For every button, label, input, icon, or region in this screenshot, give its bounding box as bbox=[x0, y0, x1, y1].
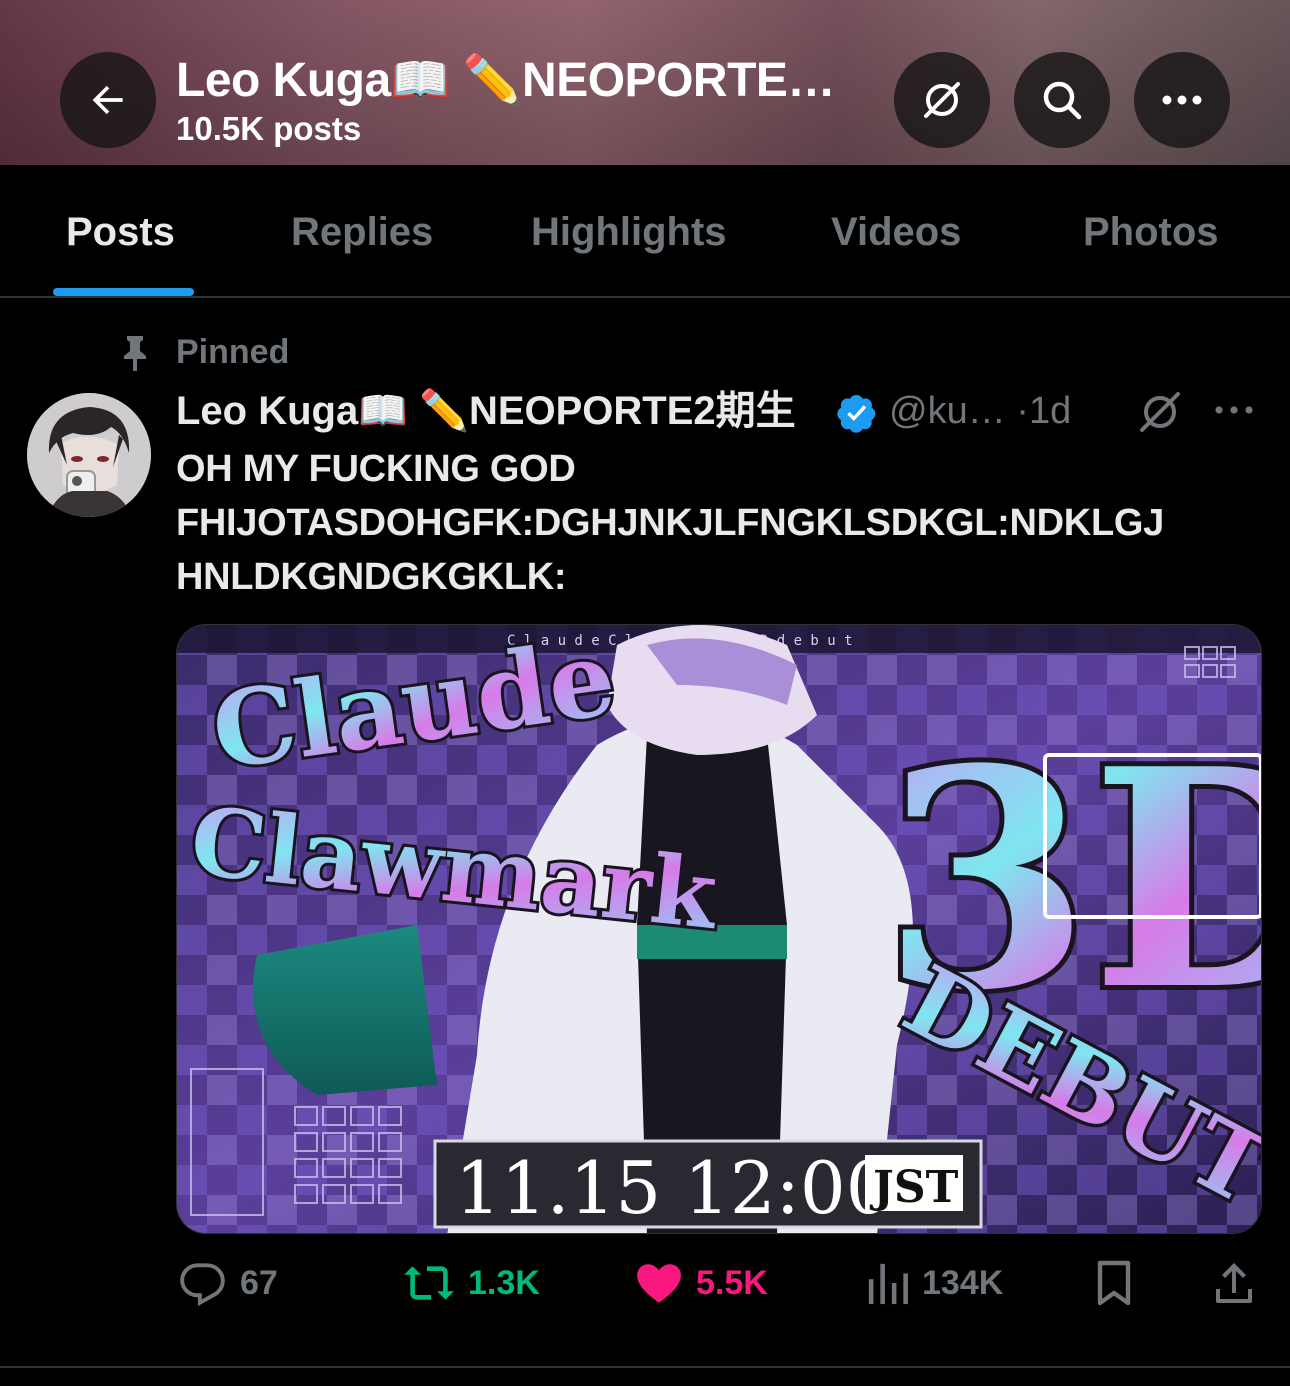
views-chart-icon bbox=[868, 1263, 908, 1305]
like-button[interactable]: 5.5K bbox=[634, 1258, 768, 1308]
verified-badge bbox=[836, 392, 878, 439]
profile-header: Leo Kuga📖 ✏️NEOPORTE… 10.5K posts bbox=[0, 0, 1290, 165]
search-button[interactable] bbox=[1014, 52, 1110, 148]
reply-icon bbox=[180, 1263, 225, 1307]
post-media-image[interactable]: C l a u d e C l a w m a r k 3 D d e b u … bbox=[176, 624, 1262, 1234]
grok-icon bbox=[1140, 392, 1180, 432]
poster-date-time: 11.15 12:00 bbox=[455, 1146, 892, 1230]
author-handle: @ku… bbox=[889, 390, 1006, 432]
author-name[interactable]: Leo Kuga📖 ✏️NEOPORTE2期生 bbox=[176, 388, 796, 434]
views-count: 134K bbox=[922, 1264, 1004, 1302]
ellipsis-icon bbox=[1162, 95, 1202, 105]
pinned-label: Pinned bbox=[176, 333, 290, 371]
grok-icon bbox=[924, 82, 960, 118]
profile-name-title: Leo Kuga📖 ✏️NEOPORTE… bbox=[176, 54, 835, 107]
profile-tabs: Posts Replies Highlights Videos Photos bbox=[0, 165, 1290, 298]
repost-button[interactable]: 1.3K bbox=[402, 1258, 540, 1308]
share-icon bbox=[1216, 1263, 1252, 1303]
debut-poster-artwork: C l a u d e C l a w m a r k 3 D d e b u … bbox=[177, 625, 1261, 1233]
grok-post-button[interactable] bbox=[1136, 388, 1184, 441]
repost-icon bbox=[404, 1266, 454, 1300]
share-button[interactable] bbox=[1212, 1258, 1256, 1308]
post-text-line: HNLDKGNDGKGKLK: bbox=[176, 556, 567, 598]
post-more-button[interactable] bbox=[1212, 400, 1256, 425]
tab-videos[interactable]: Videos bbox=[831, 207, 961, 257]
post-count: 10.5K posts bbox=[176, 110, 362, 147]
tab-highlights[interactable]: Highlights bbox=[531, 207, 727, 257]
post-handle-time[interactable]: @ku… ·1d bbox=[889, 388, 1071, 434]
pinned-indicator: Pinned bbox=[118, 333, 289, 373]
bookmark-icon bbox=[1097, 1260, 1131, 1306]
avatar-image bbox=[27, 393, 151, 517]
views-button[interactable]: 134K bbox=[866, 1258, 1003, 1308]
reply-button[interactable]: 67 bbox=[178, 1258, 278, 1308]
post-text-line: OH MY FUCKING GOD bbox=[176, 448, 576, 490]
arrow-left-icon bbox=[92, 85, 123, 115]
pin-icon bbox=[124, 336, 146, 371]
bookmark-button[interactable] bbox=[1094, 1258, 1134, 1308]
tab-posts[interactable]: Posts bbox=[66, 207, 175, 257]
reply-count: 67 bbox=[240, 1264, 278, 1302]
repost-count: 1.3K bbox=[468, 1264, 540, 1302]
post-divider bbox=[0, 1366, 1290, 1368]
verified-icon bbox=[837, 394, 876, 433]
grok-button[interactable] bbox=[894, 52, 990, 148]
poster-timezone: JST bbox=[869, 1162, 959, 1213]
avatar[interactable] bbox=[27, 393, 151, 517]
post-time: 1d bbox=[1028, 390, 1072, 432]
post-text-line: FHIJOTASDOHGFK:DGHJNKJLFNGKLSDKGL:NDKLGJ bbox=[176, 502, 1164, 544]
ellipsis-icon bbox=[1215, 406, 1253, 414]
like-count: 5.5K bbox=[696, 1264, 768, 1302]
post-text: OH MY FUCKING GOD FHIJOTASDOHGFK:DGHJNKJ… bbox=[176, 442, 1276, 604]
search-icon bbox=[1043, 81, 1082, 120]
more-options-button[interactable] bbox=[1134, 52, 1230, 148]
back-button[interactable] bbox=[60, 52, 156, 148]
tab-photos[interactable]: Photos bbox=[1083, 207, 1219, 257]
time-separator: · bbox=[1016, 390, 1029, 432]
heart-icon bbox=[637, 1264, 681, 1303]
tab-replies[interactable]: Replies bbox=[291, 207, 433, 257]
active-tab-indicator bbox=[53, 288, 194, 296]
